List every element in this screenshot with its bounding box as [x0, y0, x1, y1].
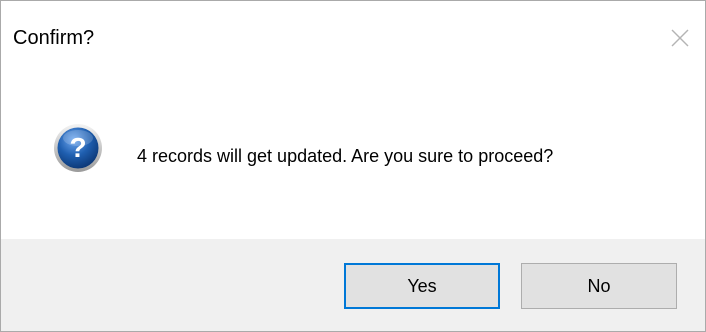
svg-text:?: ? [69, 132, 86, 163]
title-bar: Confirm? [1, 1, 705, 77]
dialog-content: ? 4 records will get updated. Are you su… [1, 77, 705, 239]
no-button[interactable]: No [521, 263, 677, 309]
close-icon[interactable] [669, 27, 691, 49]
yes-button[interactable]: Yes [344, 263, 500, 309]
question-icon: ? [53, 123, 103, 173]
confirm-dialog: Confirm? ? 4 records will get updated. A… [0, 0, 706, 332]
dialog-message: 4 records will get updated. Are you sure… [137, 146, 554, 166]
button-bar: Yes No [1, 239, 705, 331]
dialog-title: Confirm? [13, 27, 95, 49]
